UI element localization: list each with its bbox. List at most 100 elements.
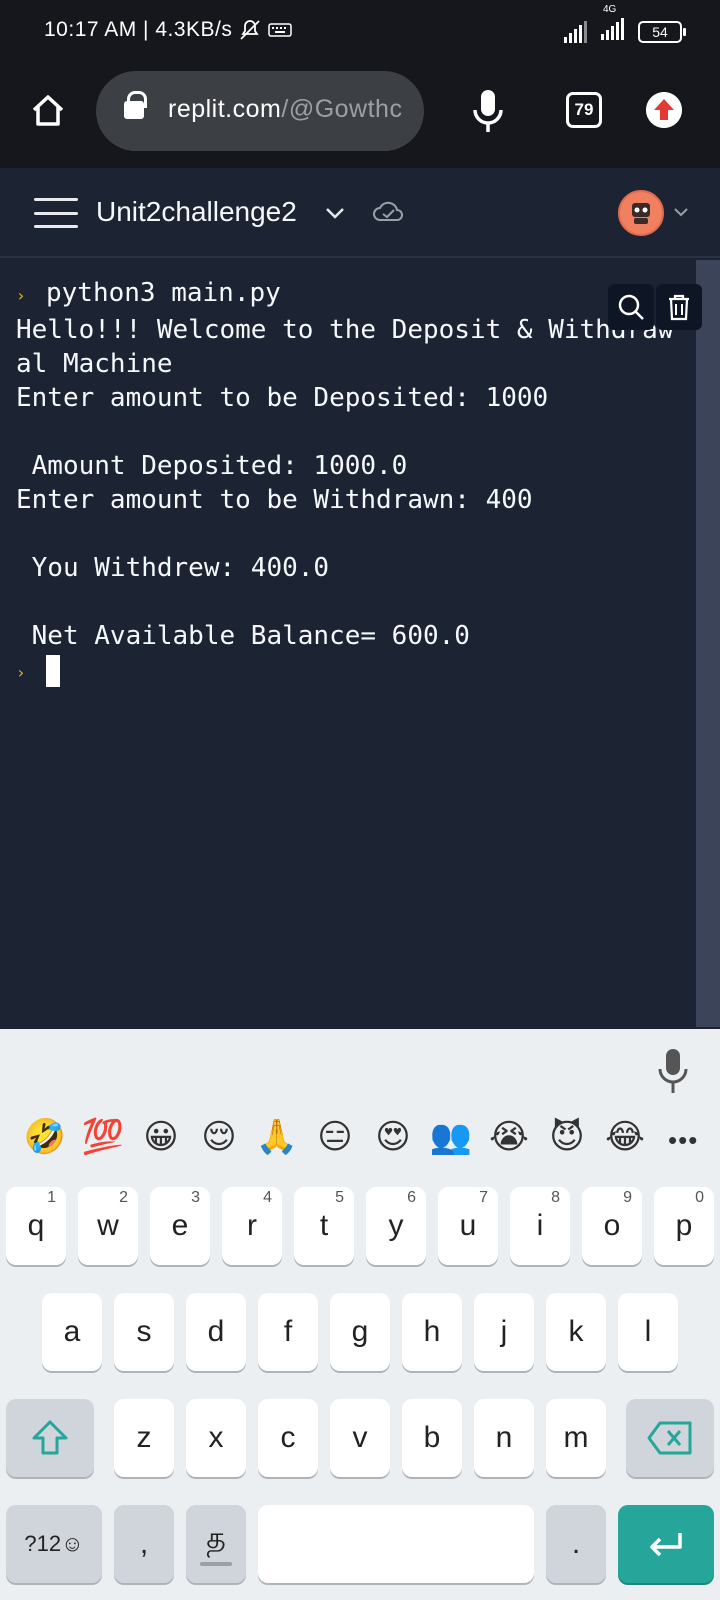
key-t[interactable]: 5t xyxy=(294,1187,354,1265)
lock-icon xyxy=(124,91,147,119)
key-f[interactable]: f xyxy=(258,1293,318,1371)
console-line: Net Available Balance= 600.0 xyxy=(16,621,470,651)
cloud-saved-icon xyxy=(373,201,403,221)
key-i[interactable]: 8i xyxy=(510,1187,570,1265)
prompt-icon: › xyxy=(16,286,26,305)
key-h[interactable]: h xyxy=(402,1293,462,1371)
emoji-suggestion[interactable]: 😀 xyxy=(132,1117,190,1157)
key-o[interactable]: 9o xyxy=(582,1187,642,1265)
signal-icon xyxy=(564,20,587,43)
browser-toolbar: replit.com/@Gowthc 79 xyxy=(0,66,720,168)
battery-indicator: 54 xyxy=(638,20,686,43)
search-button[interactable] xyxy=(608,284,654,330)
emoji-suggestion[interactable]: 💯 xyxy=(74,1117,132,1157)
update-icon[interactable] xyxy=(646,92,682,128)
chevron-down-icon[interactable] xyxy=(673,204,689,220)
key-n[interactable]: n xyxy=(474,1399,534,1477)
status-bar: 10:17 AM | 4.3KB/s 4G 54 xyxy=(0,0,720,66)
signal-icon xyxy=(601,18,624,40)
key-b[interactable]: b xyxy=(402,1399,462,1477)
emoji-suggestion[interactable]: 🤣 xyxy=(16,1117,74,1157)
console-panel[interactable]: › python3 main.py Hello!!! Welcome to the … xyxy=(0,260,720,1027)
space-key[interactable] xyxy=(258,1505,534,1583)
emoji-suggestion[interactable]: 😈 xyxy=(538,1117,596,1157)
backspace-icon xyxy=(647,1421,692,1455)
project-title[interactable]: Unit2challenge2 xyxy=(96,196,297,228)
symbols-key[interactable]: ?12☺ xyxy=(6,1505,102,1583)
key-k[interactable]: k xyxy=(546,1293,606,1371)
key-g[interactable]: g xyxy=(330,1293,390,1371)
avatar[interactable] xyxy=(618,190,664,236)
menu-icon[interactable] xyxy=(34,198,78,228)
key-l[interactable]: l xyxy=(618,1293,678,1371)
network-type: 4G xyxy=(603,4,617,15)
backspace-key[interactable] xyxy=(626,1399,714,1477)
console-line: Hello!!! Welcome to the Deposit & Withdr… xyxy=(16,315,674,345)
emoji-suggestions: 🤣 💯 😀 😌 🙏 😑 😍 👥 😭 😈 😂 xyxy=(16,1117,716,1157)
console-line: al Machine xyxy=(16,349,173,379)
url-text[interactable]: replit.com/@Gowthc xyxy=(168,95,408,124)
on-screen-keyboard: 🤣 💯 😀 😌 🙏 😑 😍 👥 😭 😈 😂 ••• 1q 2w 3e 4r 5t… xyxy=(0,1029,720,1600)
microphone-icon[interactable] xyxy=(470,88,506,134)
shift-key[interactable] xyxy=(6,1399,94,1477)
home-icon[interactable] xyxy=(28,90,68,130)
language-key[interactable]: த xyxy=(186,1505,246,1583)
console-line: You Withdrew: 400.0 xyxy=(16,553,330,583)
key-q[interactable]: 1q xyxy=(6,1187,66,1265)
status-left: 10:17 AM | 4.3KB/s xyxy=(44,18,293,42)
url-host: replit.com xyxy=(168,95,282,123)
key-r[interactable]: 4r xyxy=(222,1187,282,1265)
trash-icon xyxy=(669,294,689,321)
console-scrollbar[interactable] xyxy=(696,260,720,1027)
key-e[interactable]: 3e xyxy=(150,1187,210,1265)
key-y[interactable]: 6y xyxy=(366,1187,426,1265)
emoji-suggestion[interactable]: 😂 xyxy=(596,1117,654,1157)
emoji-suggestion[interactable]: 😭 xyxy=(480,1117,538,1157)
address-bar[interactable]: replit.com/@Gowthc xyxy=(96,71,424,151)
enter-key[interactable] xyxy=(618,1505,714,1583)
key-c[interactable]: c xyxy=(258,1399,318,1477)
period-key[interactable]: . xyxy=(546,1505,606,1583)
emoji-suggestion[interactable]: 😍 xyxy=(364,1117,422,1157)
tab-switcher-button[interactable]: 79 xyxy=(566,92,602,128)
key-z[interactable]: z xyxy=(114,1399,174,1477)
emoji-suggestion[interactable]: 👥 xyxy=(422,1117,480,1157)
status-right: 4G 54 xyxy=(564,4,686,45)
key-m[interactable]: m xyxy=(546,1399,606,1477)
search-icon xyxy=(618,294,644,320)
comma-key[interactable]: , xyxy=(114,1505,174,1583)
emoji-suggestion[interactable]: 😌 xyxy=(190,1117,248,1157)
url-path: /@Gowthc xyxy=(281,95,403,123)
console-line: Enter amount to be Deposited: 1000 xyxy=(16,383,549,413)
key-p[interactable]: 0p xyxy=(654,1187,714,1265)
mute-icon xyxy=(240,20,261,40)
key-s[interactable]: s xyxy=(114,1293,174,1371)
console-tools xyxy=(608,284,704,330)
key-x[interactable]: x xyxy=(186,1399,246,1477)
more-emoji-button[interactable]: ••• xyxy=(668,1125,698,1156)
prompt-icon: › xyxy=(16,663,26,682)
key-d[interactable]: d xyxy=(186,1293,246,1371)
clear-console-button[interactable] xyxy=(656,284,702,330)
enter-icon xyxy=(650,1533,682,1557)
status-time: 10:17 AM | 4.3KB/s xyxy=(44,18,233,41)
replit-header: Unit2challenge2 xyxy=(0,168,720,258)
voice-input-icon[interactable] xyxy=(656,1047,690,1095)
text-cursor xyxy=(46,654,60,687)
console-input-line[interactable]: › xyxy=(16,653,696,690)
key-a[interactable]: a xyxy=(42,1293,102,1371)
console-line: Enter amount to be Withdrawn: 400 xyxy=(16,485,533,515)
console-line: Amount Deposited: 1000.0 xyxy=(16,451,408,481)
key-v[interactable]: v xyxy=(330,1399,390,1477)
console-output: › python3 main.py Hello!!! Welcome to the … xyxy=(16,276,696,690)
emoji-suggestion[interactable]: 🙏 xyxy=(248,1117,306,1157)
key-j[interactable]: j xyxy=(474,1293,534,1371)
key-w[interactable]: 2w xyxy=(78,1187,138,1265)
emoji-suggestion[interactable]: 😑 xyxy=(306,1117,364,1157)
key-u[interactable]: 7u xyxy=(438,1187,498,1265)
chevron-down-icon[interactable] xyxy=(324,202,346,224)
console-command: python3 main.py xyxy=(46,278,281,308)
